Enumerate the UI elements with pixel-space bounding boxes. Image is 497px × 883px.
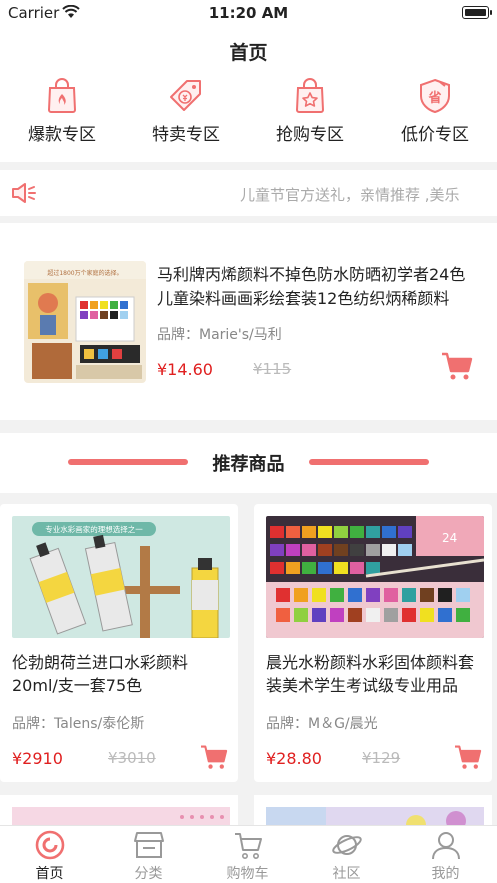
section-divider — [309, 459, 429, 465]
section-header: 推荐商品 — [0, 433, 497, 493]
product-image-caption: 24 — [442, 531, 457, 545]
tab-label: 购物车 — [226, 866, 269, 882]
featured-product-name: 马利牌丙烯颜料不掉色防水防晒初学者24色儿童染料画画彩绘套装12色纺织炳稀颜料 — [157, 265, 466, 308]
featured-product-price: ¥14.60 — [157, 360, 213, 379]
product-old-price: ¥129 — [362, 749, 401, 767]
category-lowprice[interactable]: 省 低价专区 — [373, 78, 497, 154]
status-bar: Carrier 11:20 AM — [0, 0, 497, 26]
tab-bar: 首页 分类 购物车 社区 我的 — [0, 825, 497, 883]
product-brand: 品牌：Talens/泰伦斯 — [12, 716, 145, 732]
speaker-icon — [12, 183, 36, 203]
tab-label: 分类 — [134, 866, 163, 882]
add-to-cart-icon[interactable] — [441, 351, 473, 381]
page-title: 首页 — [229, 42, 268, 64]
product-brand: 品牌：M＆G/晨光 — [266, 716, 378, 732]
product-image: 24 — [266, 516, 484, 638]
category-label: 低价专区 — [401, 125, 469, 145]
product-card[interactable]: 24 晨光水粉颜料水彩固体颜料套装美术学生考试级专业用品 品牌：M＆G/晨光 ¥… — [254, 504, 492, 782]
category-sale[interactable]: 特卖专区 — [124, 78, 248, 154]
home-icon — [35, 830, 64, 860]
notice-text: 儿童节官方送礼，亲情推荐 ,美乐 — [240, 186, 460, 204]
tab-profile[interactable]: 我的 — [396, 830, 495, 882]
featured-product-old-price: ¥115 — [253, 360, 292, 378]
product-price: ¥2910 — [12, 749, 63, 768]
category-row: 爆款专区 特卖专区 抢购专区 省 低价专区 — [0, 72, 497, 162]
category-hot[interactable]: 爆款专区 — [0, 78, 124, 154]
tab-label: 首页 — [35, 866, 64, 882]
star-bag-icon — [295, 78, 325, 113]
product-name: 晨光水粉颜料水彩固体颜料套装美术学生考试级专业用品 — [266, 653, 475, 695]
featured-product-brand: 品牌：Marie's/马利 — [157, 327, 282, 343]
svg-text:省: 省 — [427, 90, 441, 106]
category-label: 爆款专区 — [28, 125, 96, 145]
category-icon — [133, 832, 164, 858]
planet-icon — [331, 835, 362, 855]
category-label: 抢购专区 — [276, 125, 344, 145]
product-image-caption: 专业水彩画家的理想选择之一 — [45, 524, 143, 534]
tab-community[interactable]: 社区 — [297, 830, 396, 882]
shield-discount-icon: 省 — [420, 78, 450, 114]
tab-label: 我的 — [431, 866, 460, 882]
tab-cart[interactable]: 购物车 — [198, 830, 297, 882]
price-tag-icon — [170, 80, 201, 111]
product-image: 专业水彩画家的理想选择之一 — [12, 516, 230, 638]
notice-bar[interactable]: 儿童节官方送礼，亲情推荐 ,美乐 — [0, 170, 497, 216]
user-icon — [431, 832, 460, 860]
tab-label: 社区 — [332, 866, 361, 882]
featured-product-image: 超过1800万个家庭的选择。 — [24, 261, 146, 383]
product-old-price: ¥3010 — [108, 749, 156, 767]
add-to-cart-icon[interactable] — [200, 744, 228, 770]
hot-bag-icon — [47, 78, 77, 113]
product-card[interactable]: 专业水彩画家的理想选择之一 伦勃朗荷兰进口水彩颜料20ml/支一套75色 品牌：… — [0, 504, 238, 782]
add-to-cart-icon[interactable] — [454, 744, 482, 770]
nav-bar: 首页 — [0, 26, 497, 72]
product-name: 伦勃朗荷兰进口水彩颜料20ml/支一套75色 — [12, 653, 189, 695]
clock: 11:20 AM — [208, 4, 289, 22]
featured-product[interactable]: 超过1800万个家庭的选择。 马利牌丙烯颜料不掉色防水防晒初学者24色儿童染料画… — [0, 223, 497, 420]
category-label: 特卖专区 — [152, 125, 220, 145]
category-flash[interactable]: 抢购专区 — [248, 78, 372, 154]
tab-home[interactable]: 首页 — [0, 830, 99, 882]
cart-icon — [234, 833, 262, 859]
battery-icon — [462, 6, 492, 19]
featured-image-caption: 超过1800万个家庭的选择。 — [47, 269, 122, 277]
product-price: ¥28.80 — [266, 749, 322, 768]
tab-category[interactable]: 分类 — [99, 830, 198, 882]
